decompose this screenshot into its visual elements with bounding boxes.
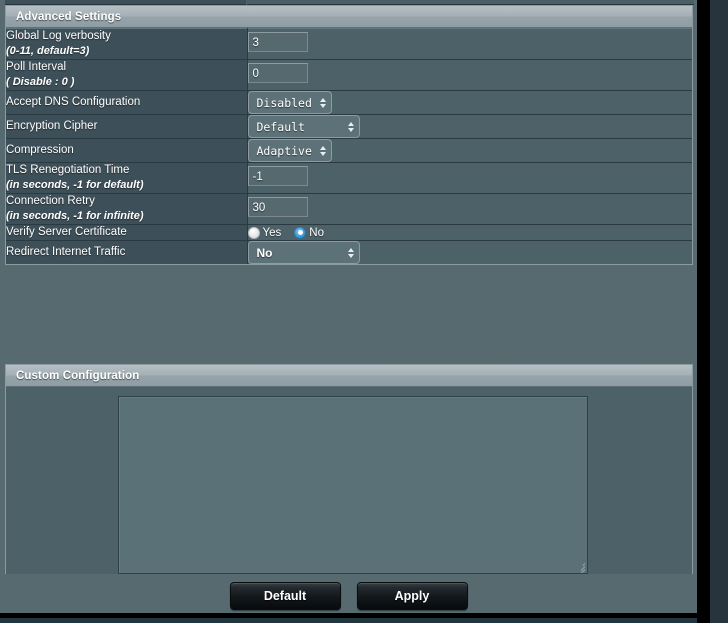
custom-configuration-title: Custom Configuration [16, 369, 140, 382]
row-label-connection-retry: Connection Retry (in seconds, -1 for inf… [6, 193, 248, 225]
table-row: Connection Retry (in seconds, -1 for inf… [6, 193, 692, 225]
table-row: Compression Adaptive [6, 138, 692, 163]
row-label-global-log-verbosity: Global Log verbosity (0-11, default=3) [6, 28, 248, 60]
row-value-encryption-cipher: Default [247, 114, 692, 139]
select-value: Default [256, 119, 305, 134]
label-hint: (in seconds, -1 for infinite) [6, 210, 144, 222]
row-value-tls-renegotiation-time: -1 [247, 162, 692, 194]
right-page-backdrop [710, 0, 728, 623]
row-value-connection-retry: 30 [247, 193, 692, 225]
label-text: Connection Retry [6, 195, 95, 207]
label-text: Verify Server Certificate [6, 226, 127, 238]
row-value-compression: Adaptive [247, 138, 692, 163]
table-row: Verify Server Certificate Yes No [6, 224, 693, 241]
row-value-accept-dns-configuration: Disabled [247, 90, 692, 115]
table-row: TLS Renegotiation Time (in seconds, -1 f… [6, 162, 692, 194]
bottom-edge [0, 613, 697, 618]
label-text: Poll Interval [6, 61, 67, 73]
custom-configuration-header: Custom Configuration [6, 365, 692, 387]
chevron-updown-icon [319, 145, 326, 156]
default-button[interactable]: Default [229, 582, 341, 610]
row-label-poll-interval: Poll Interval ( Disable : 0 ) [6, 59, 248, 91]
resize-grip-icon[interactable] [574, 560, 586, 573]
row-label-compression: Compression [6, 138, 248, 163]
select-value: No [256, 245, 273, 260]
advanced-settings-panel: Advanced Settings Global Log verbosity (… [5, 5, 693, 265]
chevron-updown-icon [347, 247, 354, 258]
table-row: Encryption Cipher Default [6, 114, 692, 139]
apply-button[interactable]: Apply [356, 582, 468, 610]
row-value-poll-interval: 0 [247, 59, 692, 91]
row-label-accept-dns-configuration: Accept DNS Configuration [6, 90, 248, 115]
router-settings-page: Advanced Settings Global Log verbosity (… [0, 0, 728, 623]
row-value-global-log-verbosity: 3 [247, 28, 692, 60]
poll-interval-input[interactable]: 0 [247, 62, 308, 83]
table-row: Global Log verbosity (0-11, default=3) 3 [6, 28, 692, 60]
custom-configuration-body [6, 387, 692, 583]
select-value: Adaptive [256, 143, 312, 158]
advanced-settings-table: Global Log verbosity (0-11, default=3) 3… [6, 28, 692, 264]
table-row: Redirect Internet Traffic No [6, 240, 692, 264]
advanced-settings-title: Advanced Settings [16, 10, 122, 23]
global-log-verbosity-input[interactable]: 3 [247, 31, 308, 52]
radio-label: Yes [262, 226, 282, 239]
select-value: Disabled [256, 95, 312, 110]
table-row: Accept DNS Configuration Disabled [6, 90, 692, 115]
accept-dns-configuration-select[interactable]: Disabled [247, 91, 332, 114]
advanced-settings-header: Advanced Settings [6, 6, 692, 28]
action-button-bar: Default Apply [0, 574, 697, 618]
row-value-redirect-internet-traffic: No [247, 240, 692, 264]
row-value-verify-server-certificate: Yes No [247, 224, 693, 241]
content-column: Advanced Settings Global Log verbosity (… [0, 0, 697, 618]
row-label-verify-server-certificate: Verify Server Certificate [6, 224, 248, 241]
row-label-encryption-cipher: Encryption Cipher [6, 114, 248, 139]
label-text: Encryption Cipher [6, 120, 98, 132]
table-row: Poll Interval ( Disable : 0 ) 0 [6, 59, 692, 91]
right-black-gutter [697, 0, 710, 623]
chevron-updown-icon [319, 97, 326, 108]
tls-renegotiation-time-input[interactable]: -1 [247, 165, 308, 186]
radio-label: No [309, 226, 324, 239]
custom-configuration-textarea[interactable] [118, 396, 588, 574]
custom-configuration-panel: Custom Configuration [5, 364, 693, 584]
chevron-updown-icon [347, 121, 354, 132]
connection-retry-input[interactable]: 30 [247, 196, 308, 217]
radio-icon[interactable] [247, 226, 260, 239]
label-text: Redirect Internet Traffic [6, 246, 126, 258]
verify-server-certificate-radio-group: Yes No [247, 226, 693, 239]
row-label-tls-renegotiation-time: TLS Renegotiation Time (in seconds, -1 f… [6, 162, 248, 194]
label-text: TLS Renegotiation Time [6, 164, 130, 176]
radio-selected-icon[interactable] [294, 226, 307, 239]
label-text: Compression [6, 144, 74, 156]
redirect-internet-traffic-select[interactable]: No [247, 241, 360, 264]
row-label-redirect-internet-traffic: Redirect Internet Traffic [6, 240, 248, 264]
verify-server-certificate-option-yes[interactable]: Yes [247, 226, 282, 239]
label-hint: ( Disable : 0 ) [6, 76, 75, 88]
encryption-cipher-select[interactable]: Default [247, 115, 360, 138]
label-text: Global Log verbosity [6, 30, 111, 42]
verify-server-certificate-option-no[interactable]: No [294, 226, 324, 239]
compression-select[interactable]: Adaptive [247, 139, 332, 162]
label-hint: (in seconds, -1 for default) [6, 179, 144, 191]
label-text: Accept DNS Configuration [6, 96, 141, 108]
label-hint: (0-11, default=3) [6, 45, 90, 57]
